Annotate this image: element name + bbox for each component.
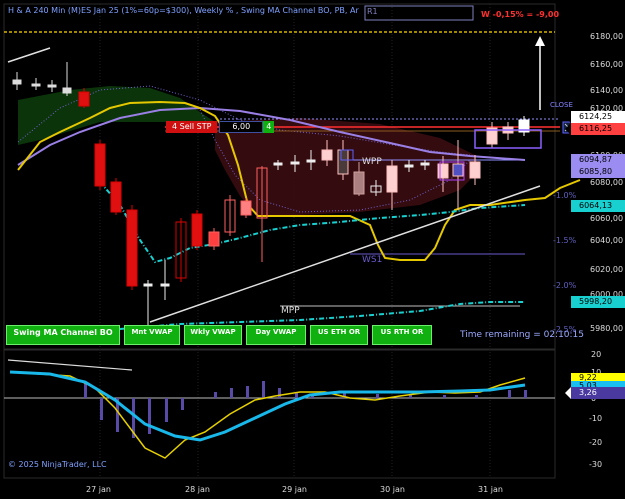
price-tag-last: 6124,25 bbox=[565, 111, 625, 123]
sell-stop-order[interactable]: 4 Sell STP 6,00 4 bbox=[166, 121, 275, 133]
oscillator-trendline bbox=[7, 359, 133, 371]
green-channel-cloud bbox=[18, 86, 215, 145]
sell-stop-value[interactable]: 6,00 bbox=[219, 121, 264, 133]
osc-tag-histogram: 3,26 bbox=[565, 387, 625, 399]
r1-box bbox=[364, 5, 474, 21]
price-tick: 6160,00 bbox=[590, 60, 624, 69]
day-vwap-button[interactable]: Day VWAP bbox=[246, 325, 306, 345]
osc-tick: -10 bbox=[589, 414, 603, 423]
date-gridlines bbox=[99, 4, 491, 478]
ws1-label: WS1 bbox=[362, 255, 383, 265]
date-label: 27 jan bbox=[86, 485, 111, 494]
price-tick: 6140,00 bbox=[590, 86, 624, 95]
osc-tick: 20 bbox=[591, 350, 602, 359]
price-tick: 6080,00 bbox=[590, 178, 624, 187]
date-label: 31 jan bbox=[478, 485, 503, 494]
price-tag-cyan-band: 6064,13 bbox=[565, 200, 625, 212]
price-tick: 5980,00 bbox=[590, 324, 624, 333]
osc-tick: -30 bbox=[589, 460, 603, 469]
price-tag-cyan-vwap: 5998,20 bbox=[565, 296, 625, 308]
price-tick: 6180,00 bbox=[590, 32, 624, 41]
copyright: © 2025 NinjaTrader, LLC bbox=[8, 460, 107, 469]
price-tick: 6040,00 bbox=[590, 236, 624, 245]
mpp-label: MPP bbox=[281, 306, 300, 316]
date-axis[interactable]: 27 jan 28 jan 29 jan 30 jan 31 jan bbox=[0, 480, 560, 499]
price-tag-purple-ma: 6094,87 bbox=[565, 154, 625, 166]
oscillator-slow-line bbox=[9, 370, 526, 442]
chart-canvas[interactable] bbox=[0, 0, 625, 499]
r1-label: R1 bbox=[367, 7, 378, 16]
descending-trendline bbox=[7, 47, 51, 63]
price-tick: 6060,00 bbox=[590, 214, 624, 223]
price-tag-sell-stop: 6116,25 bbox=[565, 123, 625, 135]
oscillator-panel-frame bbox=[3, 349, 556, 479]
weekly-vwap-button[interactable]: Wkly VWAP bbox=[184, 325, 242, 345]
date-label: 30 jan bbox=[380, 485, 405, 494]
sell-stop-label[interactable]: 4 Sell STP bbox=[166, 121, 218, 133]
monthly-vwap-button[interactable]: Mnt VWAP bbox=[124, 325, 180, 345]
wpp-label: WPP bbox=[362, 157, 382, 167]
arrow-up-icon bbox=[535, 36, 545, 46]
swing-ma-channel-button[interactable]: Swing MA Channel BO bbox=[6, 325, 120, 345]
date-label: 28 jan bbox=[185, 485, 210, 494]
price-tag-purple-ma-2: 6085,80 bbox=[565, 166, 625, 178]
date-label: 29 jan bbox=[282, 485, 307, 494]
sell-stop-qty[interactable]: 4 bbox=[263, 121, 275, 133]
top-right-signal: W -0,15% = -9,00 bbox=[481, 10, 560, 19]
us-rth-or-button[interactable]: US RTH OR bbox=[372, 325, 432, 345]
osc-tick: -20 bbox=[589, 438, 603, 447]
chart-title: H & A 240 Min (M)ES Jan 25 (1%=60p=$300)… bbox=[8, 6, 359, 15]
us-eth-or-button[interactable]: US ETH OR bbox=[310, 325, 368, 345]
price-tick: 6020,00 bbox=[590, 265, 624, 274]
